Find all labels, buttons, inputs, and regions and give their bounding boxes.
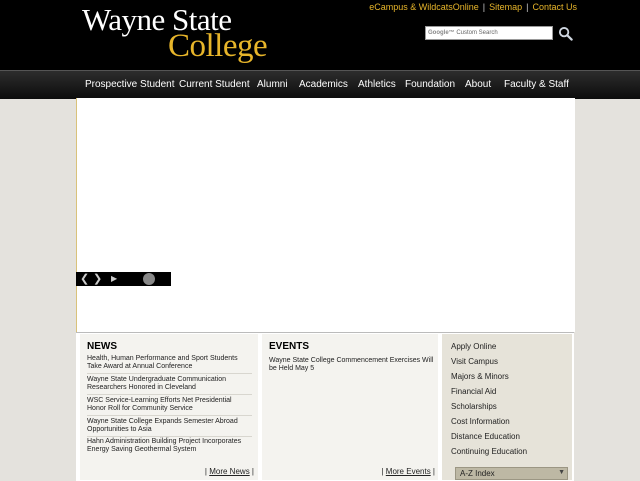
distance-education-link[interactable]: Distance Education [451, 432, 520, 441]
search-placeholder: Custom Search [456, 30, 498, 36]
news-item[interactable]: Hahn Administration Building Project Inc… [87, 438, 252, 454]
visit-campus-link[interactable]: Visit Campus [451, 357, 498, 366]
az-index-select[interactable]: A-Z Index ▼ [455, 467, 568, 480]
events-heading: EVENTS [269, 341, 310, 352]
search-input[interactable]: Google™ Custom Search [425, 26, 553, 40]
news-item[interactable]: WSC Service-Learning Efforts Net Preside… [87, 397, 252, 416]
news-item[interactable]: Health, Human Performance and Sport Stud… [87, 355, 252, 374]
cost-information-link[interactable]: Cost Information [451, 417, 510, 426]
nav-foundation[interactable]: Foundation [405, 79, 455, 90]
nav-alumni[interactable]: Alumni [257, 79, 288, 90]
sitemap-link[interactable]: Sitemap [489, 2, 522, 12]
news-item[interactable]: Wayne State College Expands Semester Abr… [87, 418, 252, 437]
nav-about[interactable]: About [465, 79, 491, 90]
apply-online-link[interactable]: Apply Online [451, 342, 496, 351]
financial-aid-link[interactable]: Financial Aid [451, 387, 496, 396]
separator: | [482, 2, 486, 12]
image-slider [76, 98, 575, 332]
nav-current-student[interactable]: Current Student [179, 79, 250, 90]
slide-indicator[interactable] [143, 273, 155, 285]
separator: | [526, 2, 529, 12]
site-header: Wayne State College eCampus & WildcatsOn… [0, 0, 640, 70]
chevron-down-icon: ▼ [558, 469, 565, 476]
nav-faculty-staff[interactable]: Faculty & Staff [504, 79, 569, 90]
prev-arrow-icon[interactable]: ❮ [80, 273, 89, 285]
utility-links: eCampus & WildcatsOnline | Sitemap | Contact… [369, 2, 577, 12]
events-panel: EVENTS Wayne State College Commencement … [262, 334, 438, 480]
main-nav: Prospective Student Current Student Alum… [0, 70, 640, 99]
logo-line-2: College [168, 28, 268, 64]
nav-prospective-student[interactable]: Prospective Student [85, 79, 175, 90]
college-logo[interactable]: Wayne State College [82, 2, 282, 66]
slider-controls: ❮ ❯ ▶ [76, 272, 171, 286]
contact-us-link[interactable]: Contact Us [532, 2, 577, 12]
more-events-link[interactable]: More Events [386, 467, 431, 476]
quick-links-panel: Apply Online Visit Campus Majors & Minor… [442, 334, 572, 480]
magnifier-icon[interactable] [558, 26, 573, 41]
next-arrow-icon[interactable]: ❯ [93, 273, 102, 285]
nav-athletics[interactable]: Athletics [358, 79, 396, 90]
az-index-label: A-Z Index [460, 469, 495, 478]
event-item[interactable]: Wayne State College Commencement Exercis… [269, 357, 434, 373]
more-news-link[interactable]: More News [209, 467, 249, 476]
play-icon[interactable]: ▶ [111, 273, 117, 285]
ecampus-link[interactable]: eCampus & WildcatsOnline [369, 2, 479, 12]
more-events: | More Events | [381, 467, 435, 476]
more-news: | More News | [204, 467, 254, 476]
news-item[interactable]: Wayne State Undergraduate Communication … [87, 376, 252, 395]
nav-academics[interactable]: Academics [299, 79, 348, 90]
scholarships-link[interactable]: Scholarships [451, 402, 497, 411]
continuing-education-link[interactable]: Continuing Education [451, 447, 527, 456]
news-panel: NEWS Health, Human Performance and Sport… [80, 334, 258, 480]
news-heading: NEWS [87, 341, 117, 352]
majors-minors-link[interactable]: Majors & Minors [451, 372, 509, 381]
search-brand: Google™ [428, 30, 455, 36]
